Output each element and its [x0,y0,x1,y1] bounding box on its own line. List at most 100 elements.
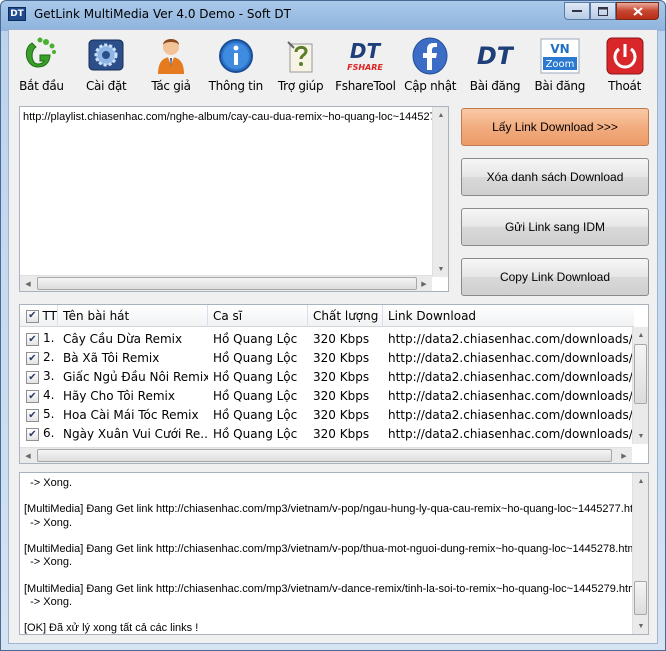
url-horizontal-scrollbar[interactable]: ◀ ▶ [20,275,432,291]
app-logo-icon: DT [8,7,26,21]
toolbar-label: Cài đặt [85,79,127,93]
table-row[interactable]: ✔ 6. Ngày Xuân Vui Cưới Re... Hồ Quang Lộc 3… [20,424,634,443]
toolbar-exit-button[interactable]: Thoát [592,30,657,96]
scroll-down-icon[interactable]: ▼ [633,618,648,634]
table-row[interactable]: ✔ 5. Hoa Cài Mái Tóc Remix Hồ Quang Lộc 320 … [20,405,634,424]
settings-icon [86,36,126,76]
toolbar-info-button[interactable]: Thông tin [203,30,268,96]
toolbar-post-dt-button[interactable]: DT Bài đăng [463,30,528,96]
toolbar-start-button[interactable]: Bắt đầu [9,30,74,96]
row-checkbox[interactable]: ✔ [26,371,39,385]
scroll-thumb[interactable] [634,581,647,615]
header-link[interactable]: Link Download [383,305,634,327]
row-quality: 320 Kbps [313,388,370,403]
log-line: [MultiMedia] Đang Get link http://chiase… [24,543,640,555]
power-icon [605,36,645,76]
row-number: 4. [43,387,55,402]
copy-link-button[interactable]: Copy Link Download [461,258,649,296]
send-idm-button[interactable]: Gửi Link sang IDM [461,208,649,246]
toolbar-settings-button[interactable]: Cài đặt [74,30,139,96]
row-tt-cell: ✔ 2. [20,350,58,366]
row-title: Ngày Xuân Vui Cưới Re... [63,426,208,441]
vnzoom-bottom-text: Zoom [545,59,574,70]
toolbar-label: FshareTool [335,79,396,93]
go-icon [21,36,61,76]
scroll-down-icon[interactable]: ▼ [633,428,648,444]
client-area: Bắt đầu Cài đặt Tác giả Thông tin Trợ gi… [8,29,658,644]
select-all-checkbox[interactable]: ✔ [26,309,39,323]
row-checkbox[interactable]: ✔ [26,428,39,442]
row-title: Hoa Cài Mái Tóc Remix [63,407,199,422]
title-bar[interactable]: DT GetLink MultiMedia Ver 4.0 Demo - Sof… [1,1,665,27]
scroll-down-icon[interactable]: ▼ [433,261,449,277]
row-quality: 320 Kbps [313,350,370,365]
log-line: -> Xong. [24,516,73,529]
table-row[interactable]: ✔ 3. Giấc Ngủ Đầu Nôi Remix Hồ Quang Lộc 320… [20,367,634,386]
log-line: -> Xong. [24,477,73,489]
table-row[interactable]: ✔ 1. Cây Cầu Dừa Remix Hồ Quang Lộc 320 Kbps… [20,329,634,348]
window-title: GetLink MultiMedia Ver 4.0 Demo - Soft D… [34,7,291,21]
dt-icon: DT [475,36,515,76]
scroll-right-icon[interactable]: ▶ [416,276,432,292]
toolbar-label: Trợ giúp [277,79,324,93]
scroll-thumb[interactable] [37,277,417,290]
maximize-button[interactable] [590,2,616,20]
close-icon [632,6,643,16]
header-tt[interactable]: ✔ TT [20,305,58,327]
get-link-button[interactable]: Lấy Link Download >>> [461,108,649,146]
header-tt-label: TT [42,309,57,323]
log-line: -> Xong. [24,595,73,608]
row-checkbox[interactable]: ✔ [26,409,39,423]
row-checkbox[interactable]: ✔ [26,352,39,366]
row-link: http://data2.chiasenhac.com/downloads/14… [388,369,634,384]
toolbar: Bắt đầu Cài đặt Tác giả Thông tin Trợ gi… [9,30,657,98]
scroll-thumb[interactable] [634,344,647,404]
toolbar-label: Thông tin [208,79,264,93]
table-row[interactable]: ✔ 4. Hãy Cho Tôi Remix Hồ Quang Lộc 320 Kbps… [20,386,634,405]
row-quality: 320 Kbps [313,407,370,422]
fshare-badge-text: FSHARE [348,63,384,72]
scroll-left-icon[interactable]: ◀ [20,276,36,292]
row-checkbox[interactable]: ✔ [26,390,39,404]
help-icon [281,36,321,76]
log-line: -> Xong. [24,556,73,569]
table-horizontal-scrollbar[interactable]: ◀ ▶ [20,447,632,463]
toolbar-label: Bắt đầu [19,79,64,93]
header-artist[interactable]: Ca sĩ [208,305,308,327]
scroll-up-icon[interactable]: ▲ [433,107,449,123]
toolbar-update-button[interactable]: Cập nhật [398,30,463,96]
row-artist: Hồ Quang Lộc [213,350,298,365]
toolbar-author-button[interactable]: Tác giả [139,30,204,96]
vnzoom-top-text: VN [550,42,569,56]
scroll-thumb[interactable] [37,449,612,462]
row-link: http://data2.chiasenhac.com/downloads/14… [388,426,634,441]
row-artist: Hồ Quang Lộc [213,369,298,384]
row-link: http://data2.chiasenhac.com/downloads/14… [388,350,634,365]
url-input-text[interactable]: http://playlist.chiasenhac.com/nghe-albu… [23,111,433,123]
url-vertical-scrollbar[interactable]: ▲ ▼ [432,107,448,277]
toolbar-help-button[interactable]: Trợ giúp [268,30,333,96]
scroll-up-icon[interactable]: ▲ [633,473,648,489]
url-input[interactable]: http://playlist.chiasenhac.com/nghe-albu… [19,106,449,292]
row-number: 2. [43,349,55,364]
scroll-right-icon[interactable]: ▶ [616,448,632,463]
minimize-button[interactable] [564,2,590,20]
table-row[interactable]: ✔ 2. Bà Xã Tôi Remix Hồ Quang Lộc 320 Kbps ht… [20,348,634,367]
header-quality[interactable]: Chất lượng [308,305,383,327]
close-button[interactable] [616,2,659,20]
toolbar-post-vnzoom-button[interactable]: VN Zoom Bài đăng [527,30,592,96]
log-output[interactable]: -> Xong. [MultiMedia] Đang Get link http:… [19,472,649,635]
log-vertical-scrollbar[interactable]: ▲ ▼ [632,473,648,634]
results-table: ✔ TT Tên bài hát Ca sĩ Chất lượng Link D… [19,304,649,464]
table-vertical-scrollbar[interactable]: ▲ ▼ [632,327,648,444]
row-artist: Hồ Quang Lộc [213,426,298,441]
row-number: 5. [43,406,55,421]
scroll-up-icon[interactable]: ▲ [633,327,648,343]
fshare-dt-text: DT [350,39,382,63]
row-link: http://data2.chiasenhac.com/downloads/14… [388,331,634,346]
row-checkbox[interactable]: ✔ [26,333,39,347]
header-title[interactable]: Tên bài hát [58,305,208,327]
toolbar-fsharetool-button[interactable]: DT FSHARE FshareTool [333,30,398,96]
scroll-left-icon[interactable]: ◀ [20,448,36,463]
clear-list-button[interactable]: Xóa danh sách Download [461,158,649,196]
